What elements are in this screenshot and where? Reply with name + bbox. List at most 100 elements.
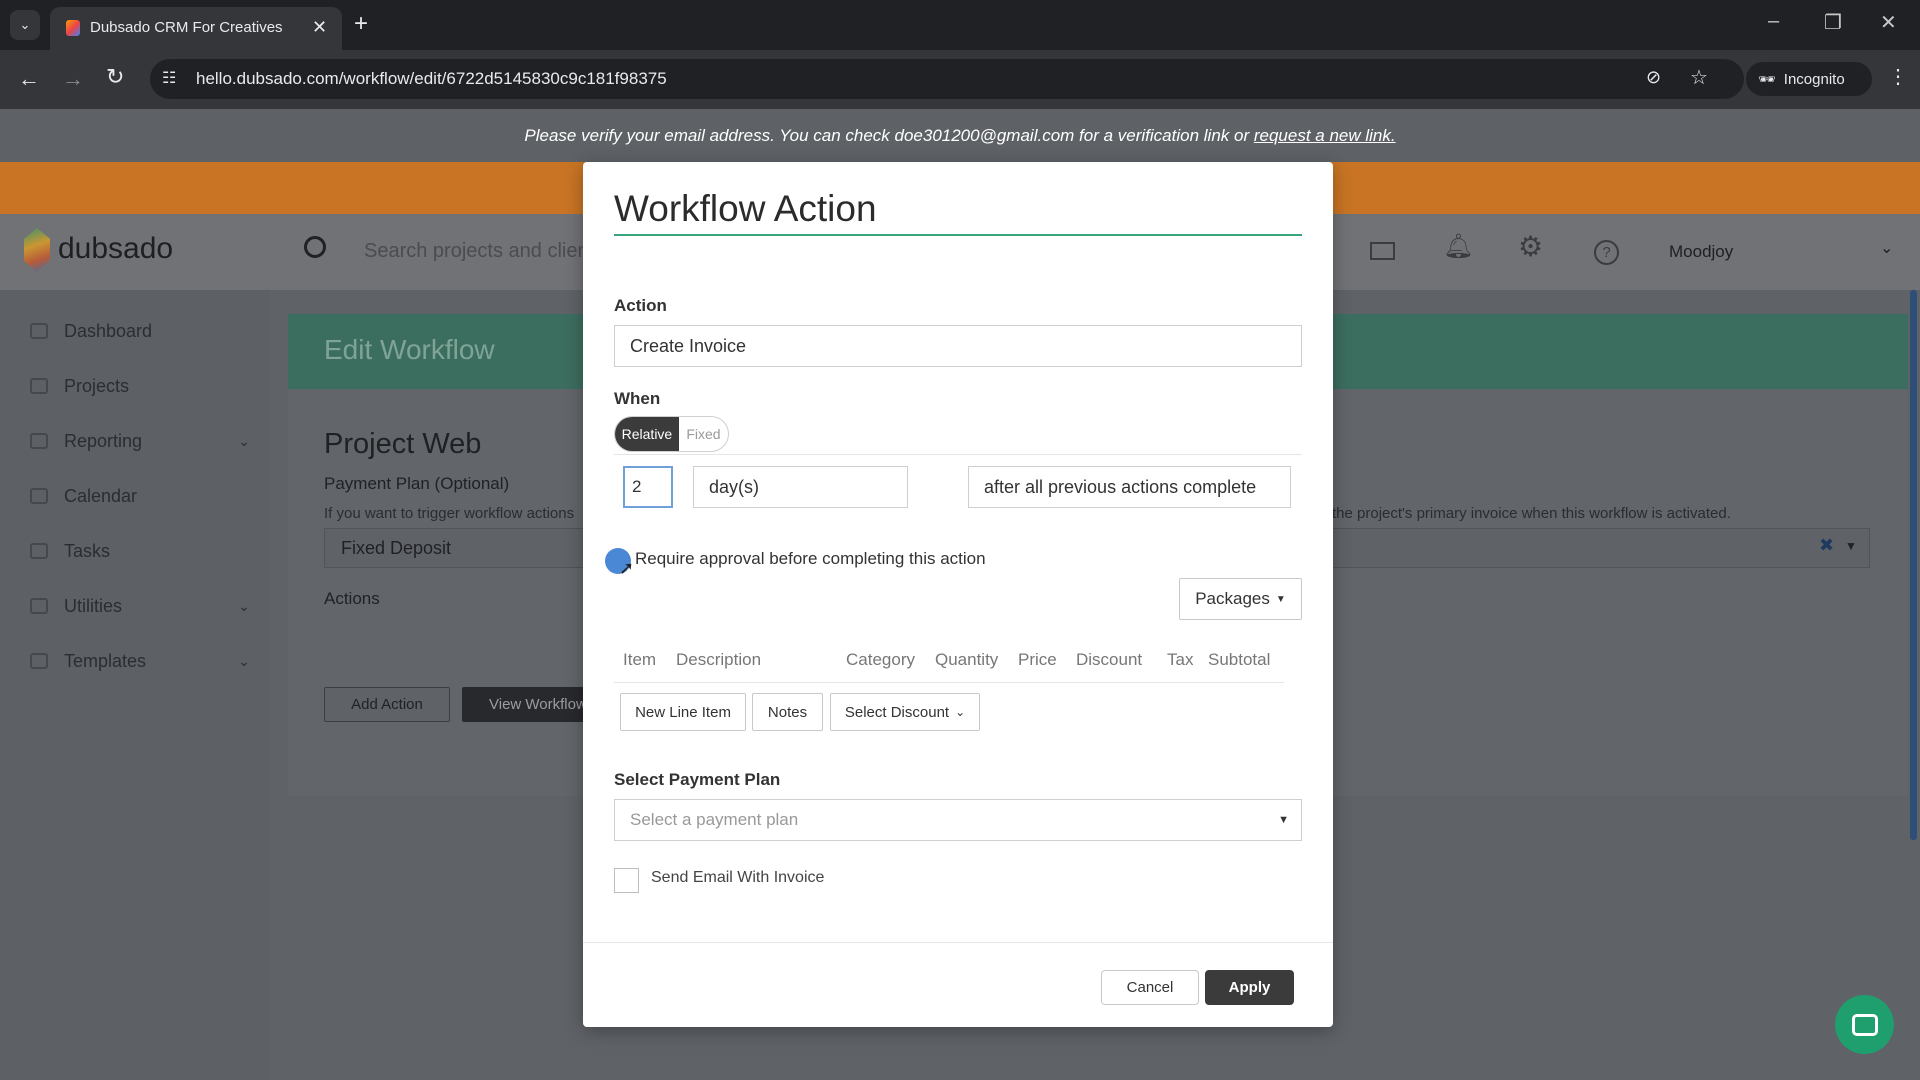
payment-plan-hint-right: the project's primary invoice when this … xyxy=(1332,505,1731,522)
site-info-icon[interactable]: ☷ xyxy=(162,68,176,88)
sidebar-item-tasks[interactable]: Tasks xyxy=(30,536,250,566)
chat-icon xyxy=(1851,1013,1878,1036)
apply-button[interactable]: Apply xyxy=(1205,970,1294,1005)
sidebar-item-label: Tasks xyxy=(64,540,111,561)
send-email-checkbox[interactable] xyxy=(614,868,639,893)
forward-icon[interactable]: → xyxy=(62,66,84,92)
search-input[interactable]: Search projects and clien xyxy=(364,240,589,263)
cancel-button[interactable]: Cancel xyxy=(1101,970,1199,1005)
add-action-button[interactable]: Add Action xyxy=(324,687,450,722)
packages-dropdown[interactable]: Packages ▼ xyxy=(1179,578,1302,620)
caret-down-icon[interactable]: ▼ xyxy=(1845,539,1857,553)
help-icon[interactable]: ? xyxy=(1594,240,1619,265)
dubsado-logo-icon xyxy=(24,228,50,272)
calendar-icon xyxy=(30,488,48,504)
workflow-action-modal: Workflow Action Action Create Invoice Wh… xyxy=(583,162,1333,1027)
relation-select[interactable]: after all previous actions complete xyxy=(968,466,1291,508)
col-subtotal: Subtotal xyxy=(1208,650,1271,669)
bell-icon[interactable]: 🔔︎ xyxy=(1443,232,1473,261)
url-text: hello.dubsado.com/workflow/edit/6722d514… xyxy=(196,69,667,88)
toggle-fixed[interactable]: Fixed xyxy=(679,417,728,451)
incognito-icon: 🕶 xyxy=(1758,70,1776,87)
gear-icon[interactable]: ⚙ xyxy=(1518,230,1543,263)
sidebar-item-reporting[interactable]: Reporting ⌄ xyxy=(30,426,250,456)
sidebar xyxy=(0,290,270,1080)
col-item: Item xyxy=(623,650,657,669)
select-discount-button[interactable]: Select Discount ⌄ xyxy=(830,693,980,731)
sidebar-item-templates[interactable]: Templates ⌄ xyxy=(30,646,250,676)
send-email-label[interactable]: Send Email With Invoice xyxy=(651,869,824,887)
user-menu-chevron-icon[interactable]: ⌄ xyxy=(1880,238,1893,258)
browser-menu-icon[interactable]: ⋮ xyxy=(1888,64,1908,89)
cursor-icon: ➚ xyxy=(619,558,635,578)
action-select[interactable]: Create Invoice xyxy=(614,325,1302,367)
mail-icon[interactable] xyxy=(1370,242,1395,260)
user-name[interactable]: Moodjoy xyxy=(1669,242,1733,262)
sidebar-item-label: Calendar xyxy=(64,485,138,506)
tab-close-icon[interactable]: ✕ xyxy=(312,17,327,38)
amount-input[interactable]: 2 xyxy=(623,466,673,508)
tasks-icon xyxy=(30,543,48,559)
chevron-down-icon: ⌄ xyxy=(238,652,250,669)
sidebar-item-label: Projects xyxy=(64,375,130,396)
col-quantity: Quantity xyxy=(935,650,999,669)
sidebar-item-utilities[interactable]: Utilities ⌄ xyxy=(30,591,250,621)
incognito-badge[interactable]: 🕶 Incognito xyxy=(1746,62,1872,96)
new-tab-button[interactable]: + xyxy=(354,10,368,38)
sidebar-item-label: Reporting xyxy=(64,430,143,451)
when-label: When xyxy=(614,389,661,408)
banner-link[interactable]: request a new link. xyxy=(1254,126,1396,146)
payment-plan-placeholder: Select a payment plan xyxy=(630,810,799,829)
page-scrollbar[interactable] xyxy=(1910,290,1917,840)
sidebar-item-projects[interactable]: Projects xyxy=(30,371,250,401)
tab-favicon xyxy=(66,20,80,36)
address-bar[interactable]: ☷ hello.dubsado.com/workflow/edit/6722d5… xyxy=(150,59,1744,99)
clear-icon[interactable]: ✖ xyxy=(1819,535,1834,556)
new-line-item-button[interactable]: New Line Item xyxy=(620,693,746,731)
utilities-icon xyxy=(30,598,48,614)
payment-plan-label: Select Payment Plan xyxy=(614,770,781,789)
back-icon[interactable]: ← xyxy=(18,66,40,92)
sidebar-item-calendar[interactable]: Calendar xyxy=(30,481,250,511)
payment-plan-hint: If you want to trigger workflow actions xyxy=(324,505,575,522)
chat-launcher-button[interactable] xyxy=(1835,995,1894,1054)
view-workflow-button[interactable]: View Workflow xyxy=(462,687,592,722)
packages-label: Packages xyxy=(1195,589,1270,608)
tab-title: Dubsado CRM For Creatives xyxy=(90,19,283,36)
caret-down-icon: ▼ xyxy=(1278,814,1289,826)
when-toggle: Relative Fixed xyxy=(614,416,729,452)
browser-tab[interactable]: Dubsado CRM For Creatives ✕ xyxy=(50,7,342,50)
page-title: Edit Workflow xyxy=(324,334,495,365)
project-name: Project Web xyxy=(324,428,482,460)
dashboard-icon xyxy=(30,323,48,339)
chevron-down-icon: ⌄ xyxy=(955,705,966,719)
reload-icon[interactable]: ↻ xyxy=(106,64,124,90)
require-approval-label[interactable]: Require approval before completing this … xyxy=(635,549,986,569)
divider xyxy=(614,682,1284,683)
toggle-relative[interactable]: Relative xyxy=(615,417,679,451)
banner-text: Please verify your email address. You ca… xyxy=(524,125,1254,145)
logo-text[interactable]: dubsado xyxy=(58,232,173,266)
bookmark-star-icon[interactable]: ☆ xyxy=(1690,65,1708,90)
payment-plan-select[interactable]: Select a payment plan ▼ xyxy=(614,799,1302,841)
projects-icon xyxy=(30,378,48,394)
col-category: Category xyxy=(846,650,915,669)
restore-icon[interactable]: ❐ xyxy=(1824,10,1842,35)
search-icon[interactable] xyxy=(304,236,326,258)
col-discount: Discount xyxy=(1076,650,1143,669)
eye-off-icon[interactable]: ⊘ xyxy=(1646,67,1661,88)
tab-list-button[interactable]: ⌄ xyxy=(10,10,40,40)
incognito-label: Incognito xyxy=(1783,70,1845,88)
window-close-icon[interactable]: ✕ xyxy=(1880,10,1897,35)
notes-button[interactable]: Notes xyxy=(752,693,823,731)
sidebar-item-label: Dashboard xyxy=(64,320,153,341)
payment-plan-label: Payment Plan (Optional) xyxy=(324,474,510,493)
sidebar-item-dashboard[interactable]: Dashboard xyxy=(30,316,250,346)
unit-select[interactable]: day(s) xyxy=(693,466,908,508)
col-tax: Tax xyxy=(1167,650,1194,669)
divider xyxy=(614,454,1302,455)
templates-icon xyxy=(30,653,48,669)
col-description: Description xyxy=(676,650,762,669)
modal-title: Workflow Action xyxy=(614,188,877,229)
minimize-icon[interactable]: – xyxy=(1768,10,1779,33)
